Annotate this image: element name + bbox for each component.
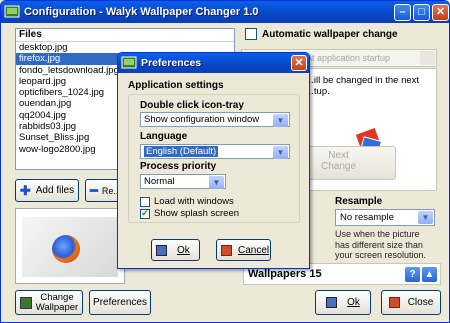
load-with-windows-label: Load with windows (154, 196, 234, 207)
change-wallpaper-button[interactable]: Change Wallpaper (15, 290, 83, 315)
window-title: Configuration - Walyk Wallpaper Changer … (24, 6, 259, 18)
resample-title: Resample (335, 196, 383, 207)
wallpaper-icon (19, 296, 32, 309)
up-arrow-icon[interactable]: ▲ (422, 267, 437, 282)
automatic-change-label: Automatic wallpaper change (262, 28, 398, 40)
firefox-logo-icon (52, 235, 80, 263)
preferences-label: Preferences (93, 297, 147, 308)
resample-value: No resample (340, 212, 394, 223)
double-click-combo[interactable]: Show configuration window ▼ (140, 112, 290, 127)
chevron-down-icon: ▼ (209, 176, 224, 189)
dialog-cancel-button[interactable]: Cancel (216, 239, 271, 261)
load-with-windows-checkbox[interactable]: Load with windows (140, 196, 234, 207)
close-app-button[interactable]: Close (381, 290, 441, 315)
preferences-button[interactable]: Preferences (89, 290, 151, 315)
preferences-dialog: Preferences ✕ Application settings Doubl… (117, 52, 310, 269)
help-icon[interactable]: ? (405, 267, 420, 282)
change-wallpaper-label-1: Change (40, 291, 74, 303)
double-click-value: Show configuration window (144, 114, 260, 125)
title-bar[interactable]: Configuration - Walyk Wallpaper Changer … (1, 1, 449, 23)
section-title: Application settings (128, 80, 224, 91)
app-icon (121, 56, 137, 69)
language-label: Language (140, 131, 188, 142)
add-files-label: Add files (35, 185, 75, 196)
change-wallpaper-label: Change Wallpaper (35, 291, 79, 313)
add-files-button[interactable]: ✚ Add files (15, 179, 79, 202)
dialog-ok-label: Ok (177, 244, 190, 256)
checkbox-icon (140, 196, 150, 207)
change-info-text: ...ill be changed in the next ...tup. (306, 75, 420, 97)
chevron-down-icon: ▼ (273, 114, 288, 127)
cancel-icon (221, 244, 232, 256)
change-wallpaper-label-2: Wallpaper (35, 301, 79, 313)
priority-label: Process priority (140, 161, 217, 172)
automatic-change-checkbox[interactable]: Automatic wallpaper change (245, 28, 398, 40)
resample-help-text: Use when the picture has different size … (335, 229, 427, 260)
change-trigger-value: At application startup (306, 53, 391, 63)
splash-screen-label: Show splash screen (154, 208, 240, 219)
app-icon (4, 5, 20, 18)
plus-icon: ✚ (19, 182, 31, 198)
dialog-cancel-label: Cancel (238, 244, 270, 256)
close-label: Close (407, 297, 434, 308)
dialog-ok-button[interactable]: Ok (151, 239, 200, 261)
splash-screen-checkbox[interactable]: ✔ Show splash screen (140, 208, 239, 219)
language-combo[interactable]: English (Default) ▼ (140, 144, 290, 159)
minimize-button[interactable]: – (394, 3, 411, 21)
close-button[interactable]: ✕ (432, 3, 449, 21)
priority-combo[interactable]: Normal ▼ (140, 174, 226, 189)
save-icon (326, 297, 338, 308)
chevron-down-icon: ▼ (273, 146, 288, 159)
files-header: Files (16, 29, 234, 42)
chevron-down-icon: ▼ (418, 211, 433, 224)
main-window: Configuration - Walyk Wallpaper Changer … (0, 0, 450, 323)
preview-image (22, 217, 118, 277)
wallpaper-preview (15, 208, 125, 284)
language-value: English (Default) (144, 146, 219, 157)
dialog-close-button[interactable]: ✕ (291, 55, 307, 71)
save-icon (156, 244, 167, 256)
resample-combo[interactable]: No resample ▼ (335, 209, 435, 226)
maximize-button[interactable]: □ (413, 3, 430, 21)
checkmark-icon: ✔ (140, 208, 150, 219)
chevron-down-icon (420, 51, 435, 65)
priority-value: Normal (144, 176, 175, 187)
wallpapers-count-label: Wallpapers 15 (248, 268, 322, 280)
dialog-title: Preferences (141, 57, 202, 69)
exit-icon (388, 297, 400, 308)
minus-icon: ━ (90, 182, 98, 198)
checkbox-icon (245, 28, 257, 40)
dialog-title-bar[interactable]: Preferences ✕ (118, 53, 309, 73)
double-click-label: Double click icon-tray (140, 100, 244, 111)
ok-label: Ok (347, 297, 360, 308)
ok-button[interactable]: Ok (315, 290, 371, 315)
